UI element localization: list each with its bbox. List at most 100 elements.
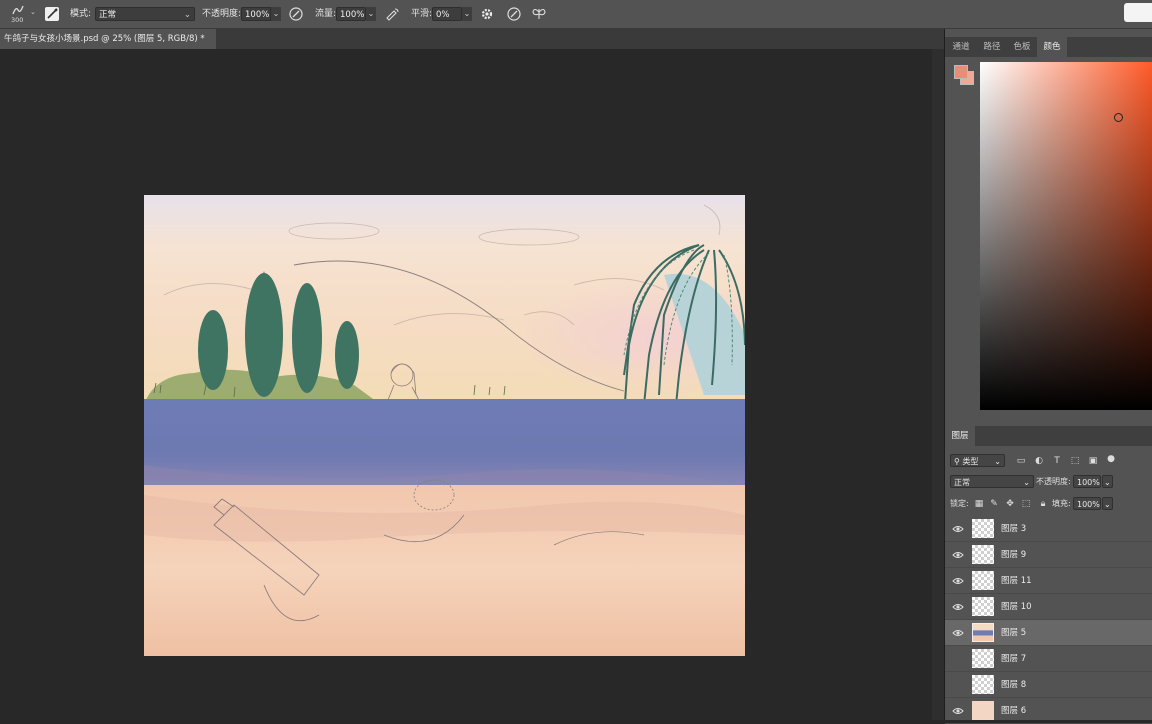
layer-row[interactable]: 图层 7 [945, 646, 1152, 672]
layer-row[interactable]: 图层 11 [945, 568, 1152, 594]
chevron-down-icon: ⌄ [1023, 478, 1030, 487]
layer-row[interactable]: 图层 8 [945, 672, 1152, 698]
layer-thumbnail [972, 623, 994, 642]
gear-icon [481, 8, 493, 20]
flow-dropdown-arrow[interactable]: ⌄ [366, 7, 376, 21]
blend-opacity-row: 正常 ⌄ 不透明度: 100% ⌄ [945, 473, 1152, 491]
layer-thumbnail [972, 701, 994, 720]
layer-thumbnail [972, 519, 994, 538]
flow-value: 100% [340, 10, 365, 20]
layer-name: 图层 3 [1001, 524, 1027, 534]
smoothing-label: 平滑: [411, 9, 433, 19]
opacity-input[interactable]: 100% [241, 7, 271, 21]
pressure-size-button[interactable] [506, 6, 522, 22]
lock-all-icon[interactable]: 🔒︎ [1038, 499, 1048, 509]
layer-thumbnail [972, 545, 994, 564]
lock-artboard-icon[interactable]: ⬚ [1021, 499, 1031, 509]
butterfly-icon [532, 8, 546, 19]
brush-preset-picker[interactable]: 300 ⌄ [8, 3, 38, 25]
eye-icon[interactable] [952, 523, 964, 535]
fill-value: 100% [1077, 500, 1100, 509]
layer-thumbnail [972, 597, 994, 616]
smoothing-dropdown-arrow[interactable]: ⌄ [462, 7, 472, 21]
workspace-scrollbar[interactable] [932, 49, 944, 720]
document-tab-title: 午鸽子与女孩小场景.psd @ 25% (图层 5, RGB/8) * [4, 34, 205, 44]
document-tab[interactable]: 午鸽子与女孩小场景.psd @ 25% (图层 5, RGB/8) * [0, 29, 216, 49]
layer-opacity-input[interactable]: 100% [1073, 475, 1101, 488]
eye-icon[interactable] [952, 601, 964, 613]
brush-size-value: 300 [11, 16, 24, 24]
chevron-down-icon: ⌄ [30, 8, 36, 16]
color-picker-cursor[interactable] [1114, 113, 1123, 122]
mode-dropdown[interactable]: 正常 ⌄ [95, 7, 195, 21]
tab-swatches[interactable]: 色板 [1007, 37, 1037, 57]
lock-transparent-icon[interactable]: ▦ [974, 499, 984, 509]
search-input[interactable] [1124, 3, 1152, 22]
pressure-opacity-button[interactable] [288, 6, 304, 22]
fill-dropdown[interactable]: ⌄ [1102, 497, 1113, 510]
tab-layers[interactable]: 图层 [945, 426, 975, 446]
symmetry-button[interactable] [531, 6, 547, 22]
eye-icon[interactable] [952, 575, 964, 587]
eye-icon[interactable] [952, 627, 964, 639]
chevron-down-icon: ⌄ [183, 10, 191, 20]
lock-image-icon[interactable]: ✎ [989, 499, 999, 509]
type-filter-icon[interactable]: T [1052, 456, 1062, 466]
smoothing-value: 0% [436, 10, 450, 20]
foreground-color-swatch[interactable] [954, 65, 968, 79]
layer-filter-dropdown[interactable]: ⚲ 类型 ⌄ [950, 454, 1005, 467]
layer-row-selected[interactable]: 图层 5 [945, 620, 1152, 646]
smoothing-input[interactable]: 0% [432, 7, 462, 21]
layer-row[interactable]: 图层 10 [945, 594, 1152, 620]
eye-icon[interactable] [952, 705, 964, 717]
layer-name: 图层 5 [1001, 628, 1027, 638]
brush-settings-toggle[interactable] [45, 7, 59, 21]
layer-thumbnail [972, 649, 994, 668]
opacity-dropdown-arrow[interactable]: ⌄ [271, 7, 281, 21]
shape-filter-icon[interactable]: ⬚ [1070, 456, 1080, 466]
blend-mode-dropdown[interactable]: 正常 ⌄ [950, 475, 1034, 488]
opacity-label: 不透明度: [202, 9, 242, 19]
layer-filter-label: 类型 [962, 457, 979, 466]
fill-label: 填充: [1052, 499, 1071, 508]
options-bar: 300 ⌄ 模式: 正常 ⌄ 不透明度: 100% ⌄ 流量: 100% ⌄ 平… [0, 0, 1152, 29]
document-tab-strip: 午鸽子与女孩小场景.psd @ 25% (图层 5, RGB/8) * [0, 29, 944, 49]
layers-panel-tabs: 图层 [945, 426, 1152, 446]
airbrush-icon [386, 8, 399, 21]
brush-panel-icon [47, 8, 58, 19]
tab-channels[interactable]: 通道 [945, 37, 977, 57]
layer-opacity-dropdown[interactable]: ⌄ [1102, 475, 1113, 488]
fill-input[interactable]: 100% [1073, 497, 1101, 510]
adjustment-filter-icon[interactable]: ◐ [1034, 456, 1044, 466]
lock-position-icon[interactable]: ✥ [1005, 499, 1015, 509]
document-canvas[interactable] [144, 195, 745, 656]
layer-name: 图层 7 [1001, 654, 1027, 664]
layer-row[interactable]: 图层 6 [945, 698, 1152, 724]
mode-label: 模式: [70, 9, 92, 19]
layer-opacity-value: 100% [1077, 478, 1100, 487]
chevron-down-icon: ⌄ [994, 457, 1001, 466]
layer-row[interactable]: 图层 3 [945, 516, 1152, 542]
layer-name: 图层 10 [1001, 602, 1032, 612]
blend-mode-value: 正常 [954, 478, 970, 487]
layer-thumbnail [972, 675, 994, 694]
filter-toggle-icon[interactable]: ● [1106, 454, 1116, 464]
layer-row[interactable]: 图层 9 [945, 542, 1152, 568]
color-picker-field[interactable] [980, 62, 1152, 410]
opacity-value: 100% [245, 10, 270, 20]
airbrush-button[interactable] [384, 6, 400, 22]
smoothing-options-button[interactable] [479, 6, 495, 22]
smart-object-filter-icon[interactable]: ▣ [1088, 456, 1098, 466]
right-panel-dock: 通道 路径 色板 颜色 图层 ⚲ 类型 ⌄ ▭ ◐ T ⬚ ▣ ● 正常 ⌄ 不… [945, 29, 1152, 724]
tab-color[interactable]: 颜色 [1037, 37, 1067, 57]
layer-name: 图层 11 [1001, 576, 1032, 586]
lock-fill-row: 锁定: ▦ ✎ ✥ ⬚ 🔒︎ 填充: 100% ⌄ [945, 495, 1152, 513]
eye-icon[interactable] [952, 549, 964, 561]
image-filter-icon[interactable]: ▭ [1016, 456, 1026, 466]
layer-name: 图层 6 [1001, 706, 1027, 716]
tab-paths[interactable]: 路径 [977, 37, 1007, 57]
search-icon: ⚲ [954, 457, 960, 466]
flow-input[interactable]: 100% [336, 7, 366, 21]
workspace [0, 49, 944, 720]
color-panel-tabs: 通道 路径 色板 颜色 [945, 37, 1152, 57]
